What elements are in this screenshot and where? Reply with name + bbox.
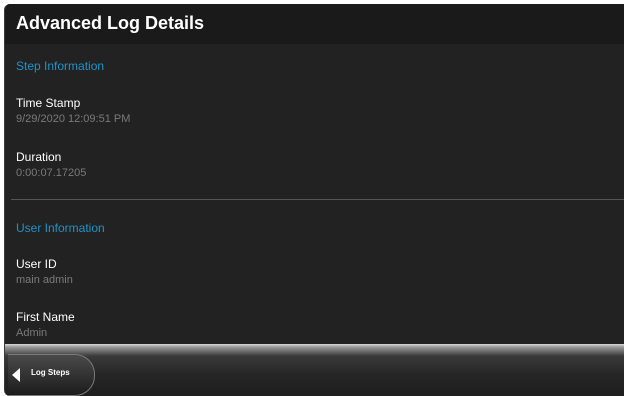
page-title: Advanced Log Details	[16, 13, 205, 33]
user-id-label: User ID	[16, 257, 57, 271]
screen: Advanced Log Details Step Information Ti…	[0, 0, 624, 396]
footer-toolbar: Log Steps	[5, 344, 624, 396]
user-information-heading: User Information	[16, 221, 105, 235]
user-id-value: main admin	[16, 274, 73, 286]
back-arrow-icon	[12, 368, 20, 382]
back-button-label: Log Steps	[31, 368, 70, 377]
section-divider	[11, 199, 624, 200]
step-information-heading: Step Information	[16, 59, 105, 73]
header-bar: Advanced Log Details	[5, 4, 624, 44]
advanced-log-details-panel: Advanced Log Details Step Information Ti…	[4, 4, 624, 396]
duration-value: 0:00:07.17205	[16, 167, 87, 179]
time-stamp-value: 9/29/2020 12:09:51 PM	[16, 113, 131, 125]
time-stamp-label: Time Stamp	[16, 96, 81, 110]
log-steps-back-button[interactable]: Log Steps	[8, 354, 95, 396]
details-content[interactable]: Step Information Time Stamp 9/29/2020 12…	[5, 44, 624, 344]
duration-label: Duration	[16, 150, 62, 164]
first-name-value: Admin	[16, 327, 48, 339]
first-name-label: First Name	[16, 310, 75, 324]
